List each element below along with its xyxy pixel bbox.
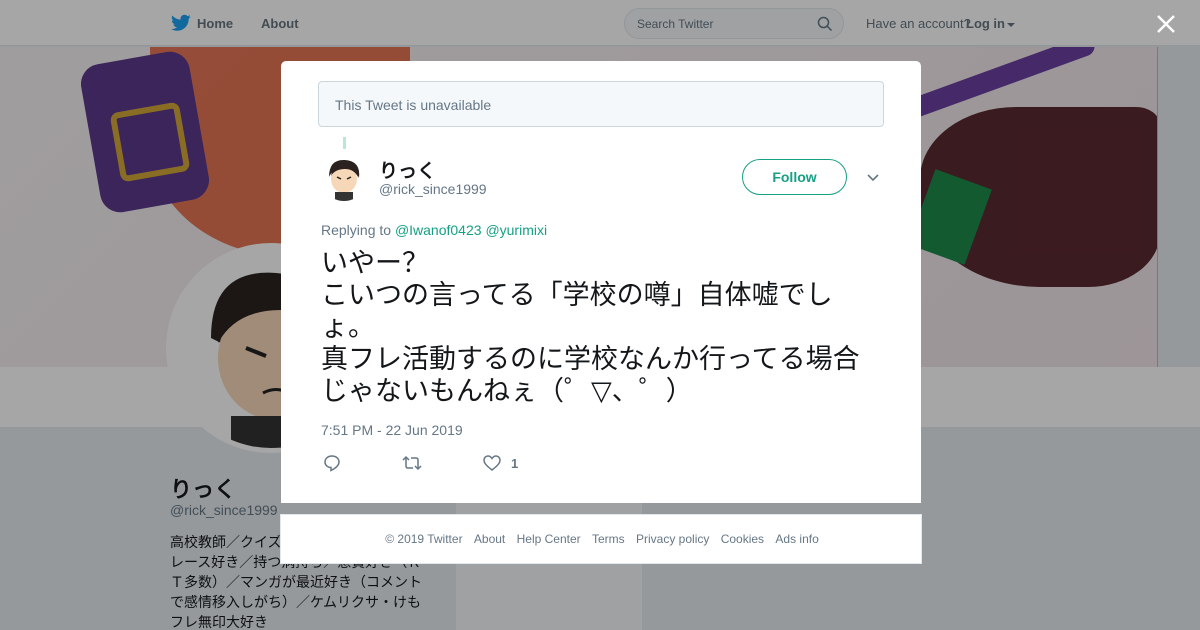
chevron-down-icon[interactable]: [866, 173, 880, 183]
footer-link-about[interactable]: About: [474, 532, 505, 546]
replying-to-label: Replying to: [321, 222, 392, 238]
like-count[interactable]: 1: [511, 456, 518, 471]
footer-link-cookies[interactable]: Cookies: [721, 532, 764, 546]
tweet-text-line: いやー？: [321, 248, 429, 278]
tweet-author-handle[interactable]: @rick_since1999: [379, 181, 487, 197]
footer-links: © 2019 Twitter About Help Center Terms P…: [281, 532, 923, 546]
tweet-text-line: ょ。: [321, 312, 375, 342]
thread-connector: [343, 137, 346, 149]
tweet-text-line: 真フレ活動するのに学校なんか行ってる場合: [321, 344, 860, 374]
heart-icon[interactable]: [482, 453, 502, 473]
footer-link-ads-info[interactable]: Ads info: [775, 532, 818, 546]
tweet-modal: This Tweet is unavailable りっく @rick_sinc…: [281, 61, 921, 503]
modal-footer: © 2019 Twitter About Help Center Terms P…: [280, 514, 922, 564]
reply-icon[interactable]: [323, 453, 341, 473]
tweet-unavailable-notice: This Tweet is unavailable: [318, 81, 884, 127]
tweet-text: いやー？ こいつの言ってる「学校の噂」自体嘘でし ょ。 真フレ活動するのに学校な…: [321, 247, 886, 407]
follow-button[interactable]: Follow: [742, 159, 847, 195]
tweet-text-line: こいつの言ってる「学校の噂」自体嘘でし: [321, 280, 833, 310]
footer-link-terms[interactable]: Terms: [592, 532, 625, 546]
replying-to: Replying to @Iwanof0423 @yurimixi: [321, 222, 547, 238]
tweet-avatar[interactable]: [321, 155, 367, 201]
tweet-author-name[interactable]: りっく: [379, 156, 436, 183]
footer-link-help-center[interactable]: Help Center: [517, 532, 581, 546]
mention-link[interactable]: @yurimixi: [485, 222, 547, 238]
mention-link[interactable]: @Iwanof0423: [395, 222, 482, 238]
tweet-text-line: じゃないもんねぇ（゜▽、゜）: [321, 376, 693, 406]
tweet-unavailable-text: This Tweet is unavailable: [335, 97, 492, 113]
close-icon[interactable]: [1155, 13, 1177, 35]
footer-copyright: © 2019 Twitter: [385, 532, 463, 546]
tweet-timestamp[interactable]: 7:51 PM - 22 Jun 2019: [321, 422, 463, 438]
footer-link-privacy-policy[interactable]: Privacy policy: [636, 532, 709, 546]
tweet-avatar-illustration: [321, 155, 367, 201]
retweet-icon[interactable]: [401, 453, 423, 473]
